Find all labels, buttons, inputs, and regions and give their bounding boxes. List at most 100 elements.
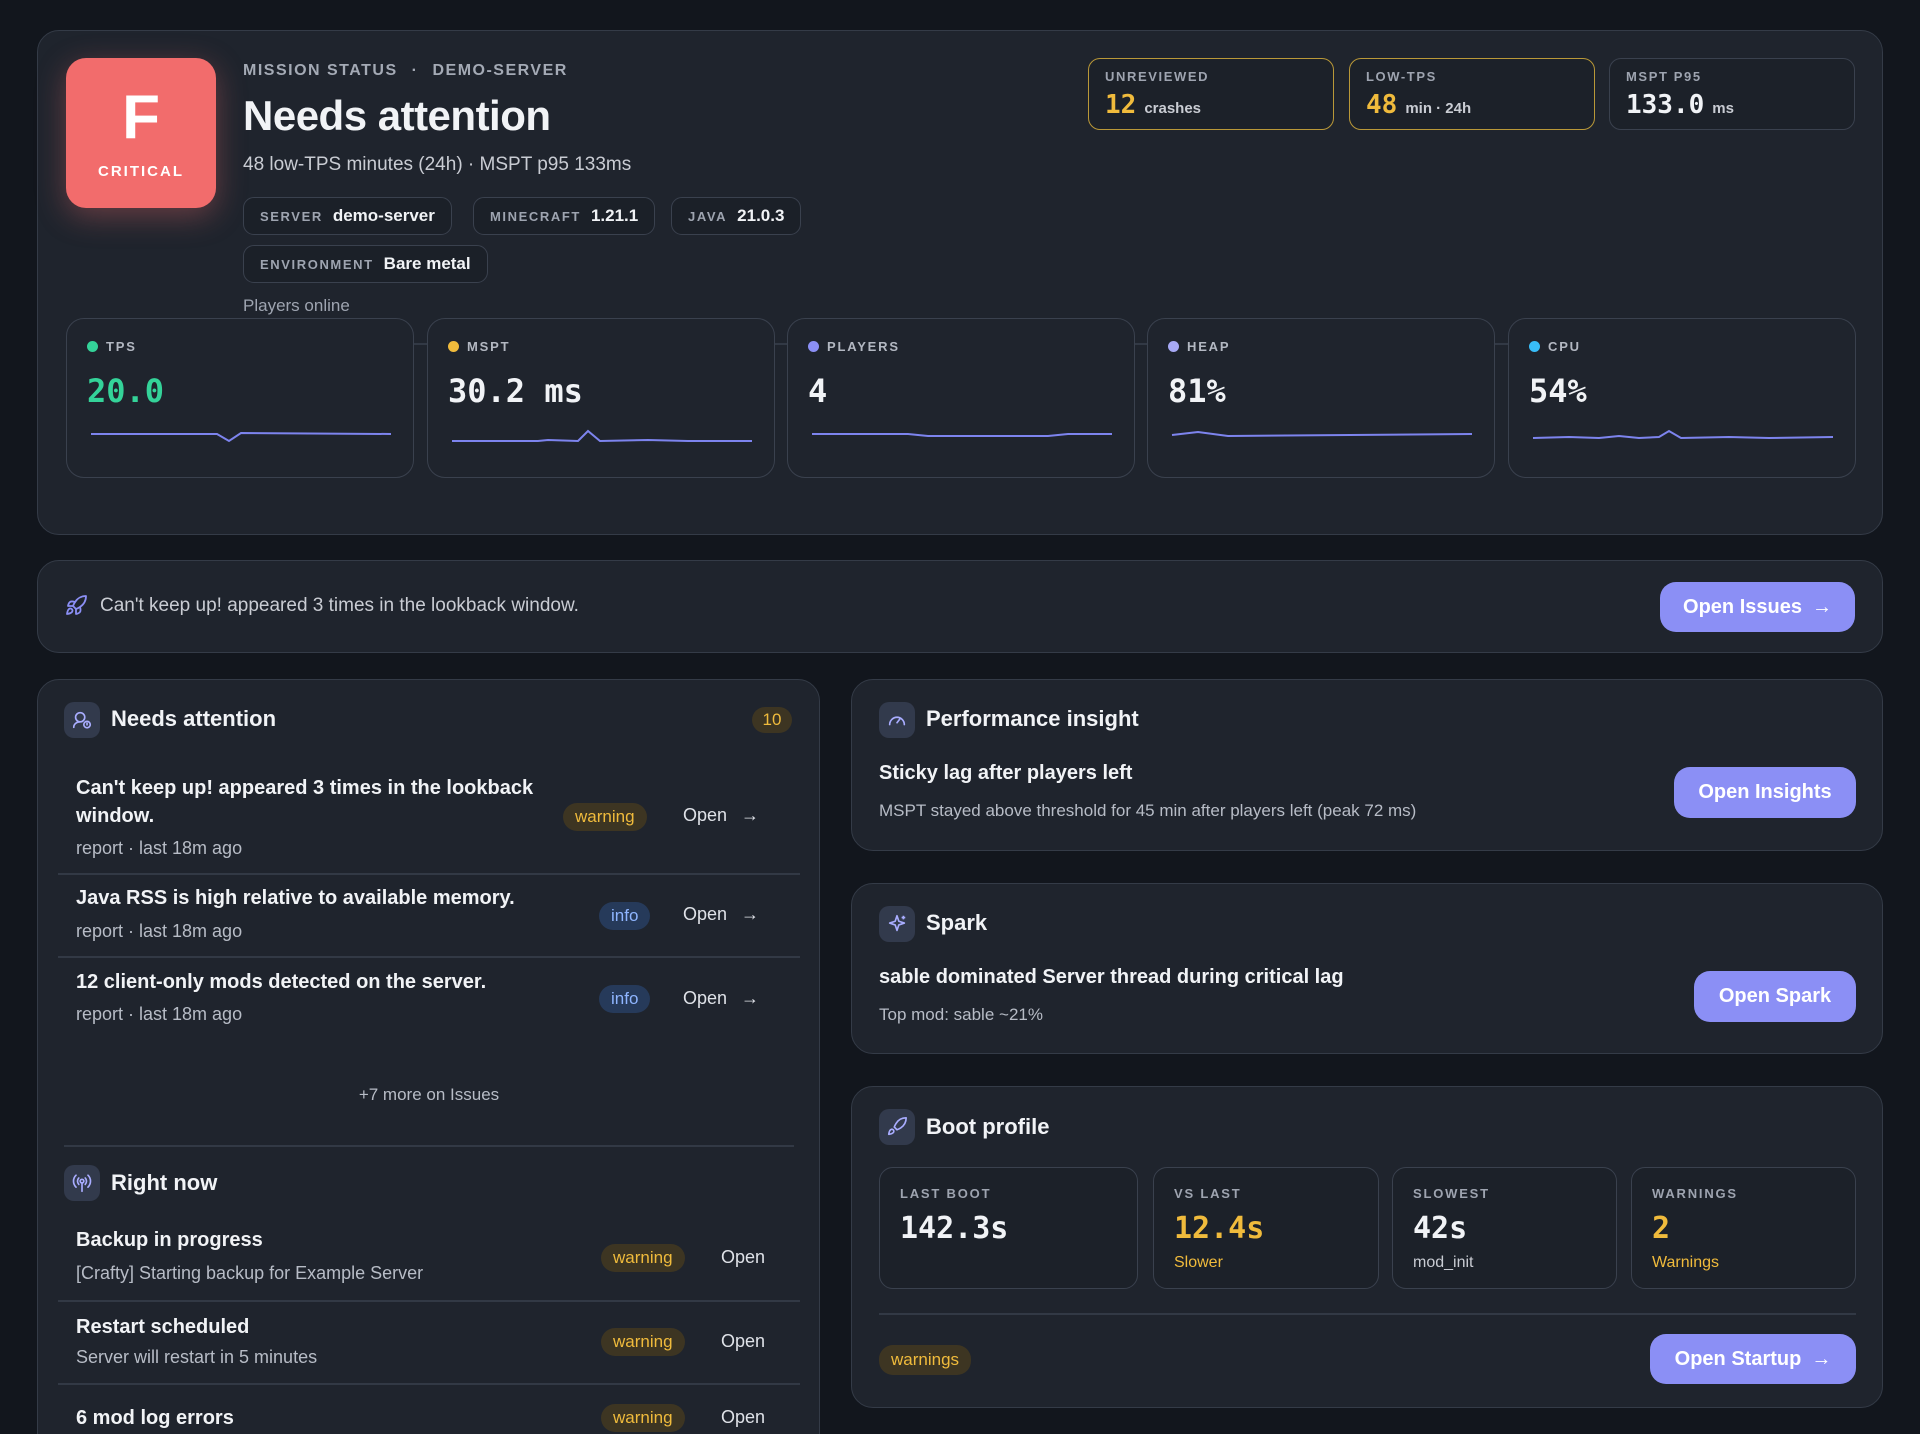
metric-players[interactable]: PLAYERS 4 xyxy=(787,318,1135,478)
metric-value: 30.2 ms xyxy=(448,372,583,410)
item-subtitle: Server will restart in 5 minutes xyxy=(76,1347,318,1367)
open-startup-button[interactable]: Open Startup → xyxy=(1650,1334,1856,1384)
gauge-icon xyxy=(888,716,906,726)
arrow-right-icon: → xyxy=(741,805,760,825)
stat-value: 2 xyxy=(1652,1211,1671,1246)
pill-key: MINECRAFT xyxy=(490,208,581,224)
sparkles-icon xyxy=(888,914,906,932)
item-subtitle: report · last 18m ago xyxy=(76,838,243,858)
open-link[interactable]: Open → xyxy=(683,904,759,925)
alert-user-icon xyxy=(72,711,92,729)
section-divider xyxy=(64,1145,794,1147)
metric-value: 20.0 xyxy=(87,372,165,410)
vs-last-stat: VS LAST 12.4s Slower xyxy=(1153,1167,1379,1289)
stat-label: LOW-TPS xyxy=(1366,69,1437,84)
item-subtitle: report · last 18m ago xyxy=(76,921,243,941)
item-title: Restart scheduled xyxy=(76,1316,250,1338)
stat-sub: Warnings xyxy=(1652,1254,1719,1271)
boot-title: Boot profile xyxy=(926,1114,1050,1139)
warnings-tag: warnings xyxy=(879,1345,972,1375)
stat-sub: mod_init xyxy=(1413,1254,1474,1271)
players-online-label: Players online xyxy=(243,296,350,315)
server-pill: SERVER demo-server xyxy=(243,197,452,235)
pill-value: Bare metal xyxy=(383,254,471,273)
metric-heap[interactable]: HEAP 81% xyxy=(1147,318,1495,478)
open-insights-button[interactable]: Open Insights xyxy=(1674,767,1856,818)
mission-kicker: MISSION STATUS · DEMO-SERVER xyxy=(243,62,568,80)
kicker-separator: · xyxy=(411,62,419,79)
metric-label: TPS xyxy=(106,339,137,354)
stat-label: SLOWEST xyxy=(1413,1186,1490,1201)
open-spark-button[interactable]: Open Spark xyxy=(1694,971,1856,1022)
slowest-stat: SLOWEST 42s mod_init xyxy=(1392,1167,1617,1289)
status-dot xyxy=(808,341,819,352)
grade-badge: F CRITICAL xyxy=(66,58,216,208)
metric-value: 4 xyxy=(808,372,828,410)
metric-label: PLAYERS xyxy=(827,339,900,354)
stat-label: VS LAST xyxy=(1174,1186,1242,1201)
kicker-server: DEMO-SERVER xyxy=(432,62,568,79)
boot-divider xyxy=(879,1313,1856,1315)
pill-value: 21.0.3 xyxy=(737,206,785,225)
mspt-p95-stat[interactable]: MSPT P95 133.0 ms xyxy=(1609,58,1855,130)
broadcast-icon xyxy=(72,1174,92,1193)
stat-unit: min · 24h xyxy=(1405,100,1472,117)
rocket-icon xyxy=(887,1117,907,1136)
status-dot xyxy=(1529,341,1540,352)
page-title: Needs attention xyxy=(243,92,551,139)
severity-tag: warning xyxy=(563,803,647,831)
spark-headline: sable dominated Server thread during cri… xyxy=(879,966,1344,988)
open-link[interactable]: Open xyxy=(721,1407,765,1428)
open-issues-button[interactable]: Open Issues → xyxy=(1660,582,1855,632)
open-link[interactable]: Open → xyxy=(683,988,759,1009)
link-label: Open xyxy=(683,988,728,1008)
java-pill: JAVA 21.0.3 xyxy=(671,197,802,235)
more-issues-link[interactable]: +7 more on Issues xyxy=(58,1085,800,1105)
open-link[interactable]: Open xyxy=(721,1247,765,1268)
stat-value: 133.0 xyxy=(1626,90,1705,120)
pill-value: demo-server xyxy=(332,206,435,225)
link-label: Open xyxy=(721,1331,766,1351)
severity-tag: warning xyxy=(601,1328,685,1356)
stat-sub: Slower xyxy=(1174,1254,1223,1271)
metric-tps[interactable]: TPS 20.0 xyxy=(66,318,414,478)
live-event-item[interactable] xyxy=(58,1302,800,1384)
stat-value: 12 xyxy=(1105,90,1137,120)
severity-tag: warning xyxy=(601,1244,685,1272)
open-link[interactable]: Open xyxy=(721,1331,765,1352)
metric-label: MSPT xyxy=(467,339,511,354)
metric-cpu[interactable]: CPU 54% xyxy=(1508,318,1856,478)
link-label: Open xyxy=(721,1407,766,1427)
open-link[interactable]: Open → xyxy=(683,805,759,826)
low-tps-stat[interactable]: LOW-TPS 48 min · 24h xyxy=(1349,58,1595,130)
banner-text: Can't keep up! appeared 3 times in the l… xyxy=(100,595,579,616)
item-subtitle: report · last 18m ago xyxy=(76,1004,243,1024)
button-label: Open Spark xyxy=(1718,985,1832,1007)
stat-unit: crashes xyxy=(1144,100,1202,117)
metric-label: CPU xyxy=(1548,339,1581,354)
last-boot-stat: LAST BOOT 142.3s xyxy=(879,1167,1138,1289)
mission-subtitle: 48 low-TPS minutes (24h) · MSPT p95 133m… xyxy=(243,154,632,175)
pill-key: ENVIRONMENT xyxy=(260,256,374,272)
players-sparkline xyxy=(812,433,1112,437)
metric-mspt[interactable]: MSPT 30.2 ms xyxy=(427,318,775,478)
status-dot xyxy=(87,341,98,352)
metric-label: HEAP xyxy=(1187,339,1231,354)
stat-value: 142.3s xyxy=(900,1211,1009,1246)
severity-tag: info xyxy=(599,902,651,930)
performance-title: Performance insight xyxy=(926,706,1139,731)
unreviewed-crashes-stat[interactable]: UNREVIEWED 12 crashes xyxy=(1088,58,1334,130)
arrow-right-icon: → xyxy=(741,988,760,1008)
spark-icon-box xyxy=(879,906,915,942)
severity-tag: warning xyxy=(601,1404,685,1432)
spark-title: Spark xyxy=(926,910,988,935)
item-title: 6 mod log errors xyxy=(76,1407,234,1429)
tps-sparkline xyxy=(91,431,392,443)
heap-sparkline xyxy=(1171,430,1473,438)
link-label: Open xyxy=(683,805,728,825)
button-label: Open Issues xyxy=(1683,595,1802,618)
status-dot xyxy=(1168,341,1179,352)
button-label: Open Startup xyxy=(1674,1347,1802,1370)
metric-value: 54% xyxy=(1529,372,1587,410)
item-subtitle: [Crafty] Starting backup for Example Ser… xyxy=(76,1263,424,1283)
